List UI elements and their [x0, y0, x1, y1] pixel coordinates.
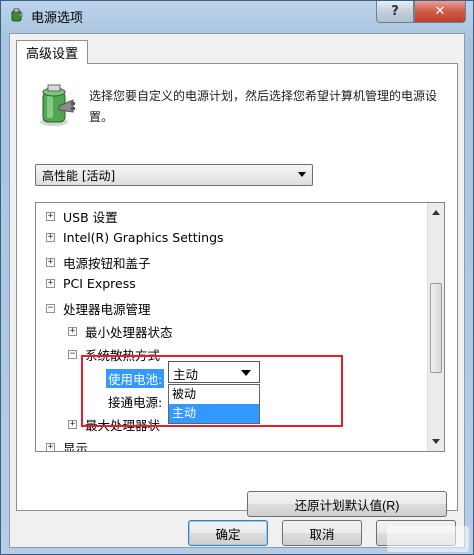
tab-advanced-settings[interactable]: 高级设置	[16, 40, 88, 64]
expand-icon[interactable]: +	[68, 420, 77, 429]
tree-item-label: Intel(R) Graphics Settings	[63, 230, 224, 245]
battery-plug-icon	[40, 84, 75, 126]
power-plan-select[interactable]: 高性能 [活动]	[35, 164, 313, 186]
expand-icon[interactable]: +	[68, 327, 77, 336]
power-options-icon	[11, 8, 23, 22]
tree-item-plugged-in[interactable]: 接通电源:	[108, 392, 162, 411]
dialog-client: 高级设置 选择您要自定义的电源计划，然后选择您希望计算机管理的电源设置。 高性能…	[9, 33, 465, 548]
tree-item-usb[interactable]: + USB 设置	[46, 207, 118, 226]
chevron-down-icon	[298, 172, 306, 177]
collapse-icon[interactable]: −	[68, 350, 77, 359]
power-plan-value: 高性能 [活动]	[42, 169, 116, 183]
power-options-window: 电源选项 ? ✕ 高级设置 选择您要自定义的电源计划，然后选择您希望计算机管理的…	[0, 0, 474, 555]
tree-item-intel-graphics[interactable]: + Intel(R) Graphics Settings	[46, 230, 224, 245]
expand-icon[interactable]: +	[46, 212, 55, 221]
tree-item-max-processor-state[interactable]: + 最大处理器状	[68, 415, 160, 434]
tree-item-min-processor-state[interactable]: + 最小处理器状态	[68, 322, 173, 341]
cancel-button[interactable]: 取消	[282, 520, 362, 546]
tree-item-cooling-policy[interactable]: − 系统散热方式	[68, 345, 160, 364]
cooling-policy-dropdown: 被动 主动	[168, 384, 260, 424]
dropdown-option-active[interactable]: 主动	[169, 404, 259, 423]
expand-icon[interactable]: +	[46, 279, 55, 288]
help-button[interactable]: ?	[376, 1, 414, 23]
tree-item-label: 显示	[63, 441, 89, 452]
dropdown-option-passive[interactable]: 被动	[169, 385, 259, 404]
collapse-icon[interactable]: −	[46, 304, 55, 313]
advanced-settings-page: 选择您要自定义的电源计划，然后选择您希望计算机管理的电源设置。 高性能 [活动]…	[16, 63, 458, 517]
description-text: 选择您要自定义的电源计划，然后选择您希望计算机管理的电源设置。	[89, 89, 438, 124]
chevron-down-icon	[241, 370, 251, 376]
tree-item-display[interactable]: + 显示	[46, 438, 89, 452]
title-bar: 电源选项 ? ✕	[1, 1, 473, 31]
close-button[interactable]: ✕	[414, 1, 466, 23]
tree-scrollbar[interactable]	[427, 203, 444, 451]
scroll-up-icon[interactable]	[432, 210, 440, 215]
window-title: 电源选项	[31, 11, 84, 26]
ok-button[interactable]: 确定	[188, 520, 268, 546]
expand-icon[interactable]: +	[46, 233, 55, 242]
tree-item-pci-express[interactable]: + PCI Express	[46, 276, 136, 291]
close-icon: ✕	[434, 4, 446, 19]
tree-item-power-buttons[interactable]: + 电源按钮和盖子	[46, 253, 151, 272]
expand-icon[interactable]: +	[46, 258, 55, 267]
scroll-thumb[interactable]	[430, 283, 442, 373]
tree-item-label: 最大处理器状	[85, 418, 161, 433]
tree-item-label: 电源按钮和盖子	[63, 256, 151, 271]
tree-item-processor-power[interactable]: − 处理器电源管理	[46, 299, 151, 318]
cooling-policy-combo[interactable]: 主动	[168, 361, 260, 383]
tree-item-label: 系统散热方式	[85, 348, 161, 363]
tree-item-label: USB 设置	[63, 210, 118, 225]
watermark-overlay	[387, 526, 469, 552]
scroll-down-icon[interactable]	[432, 439, 440, 444]
tree-item-label: 处理器电源管理	[63, 302, 151, 317]
help-icon: ?	[391, 4, 399, 19]
tree-item-label: PCI Express	[63, 276, 136, 291]
expand-icon[interactable]: +	[46, 443, 55, 451]
on-battery-label: 使用电池:	[106, 369, 165, 388]
tree-item-on-battery[interactable]: 使用电池:	[106, 369, 165, 388]
cooling-policy-value: 主动	[173, 367, 199, 382]
plugged-in-label: 接通电源:	[108, 395, 163, 410]
restore-defaults-button[interactable]: 还原计划默认值(R)	[247, 491, 447, 517]
tree-item-label: 最小处理器状态	[85, 325, 173, 340]
